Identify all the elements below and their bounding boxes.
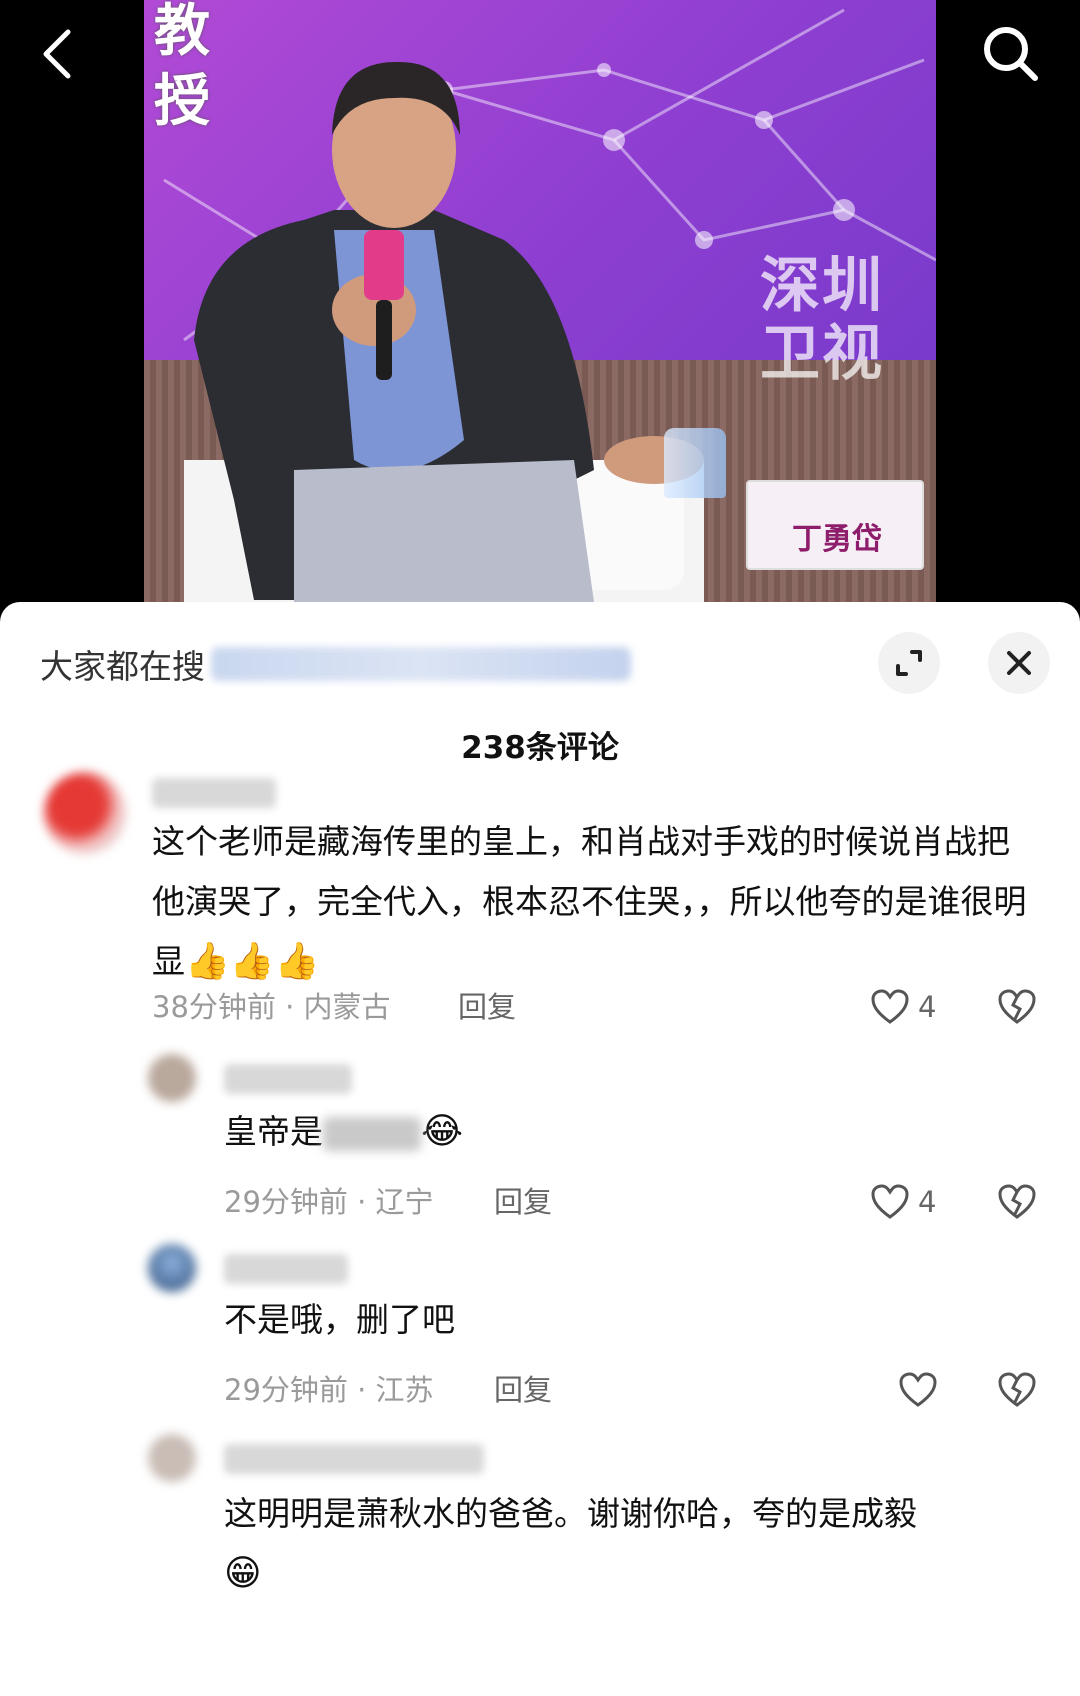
reply-item: 不是哦，删了吧 29分钟前 · 江苏 回复 xyxy=(0,1232,1080,1412)
like-button[interactable]: 4 xyxy=(870,987,936,1027)
avatar[interactable] xyxy=(148,1434,196,1482)
like-count: 4 xyxy=(918,1185,937,1219)
comment-text-body: 皇帝是 xyxy=(224,1112,323,1151)
reply-button[interactable]: 回复 xyxy=(494,1182,552,1222)
comment-count: 238条评论 xyxy=(461,730,619,766)
reply-button[interactable]: 回复 xyxy=(458,987,516,1027)
comment-meta: 29分钟前 · 辽宁 xyxy=(224,1185,434,1219)
dislike-button[interactable] xyxy=(996,1182,1038,1222)
video-caption: 教授 xyxy=(154,0,210,134)
comment-emojis: 👍👍👍 xyxy=(185,941,320,982)
search-icon xyxy=(984,27,1038,81)
username[interactable] xyxy=(224,1254,348,1284)
broken-heart-icon xyxy=(998,1184,1036,1219)
expand-button[interactable] xyxy=(878,632,940,694)
chevron-left-icon xyxy=(43,29,71,79)
like-count: 4 xyxy=(918,990,937,1024)
video-player[interactable]: 丁勇岱 教授 深圳卫视 xyxy=(0,0,1080,610)
back-button[interactable] xyxy=(30,22,90,86)
comment-emoji: 😂 xyxy=(421,1111,464,1152)
comment-text: 皇帝是 😂 xyxy=(224,1102,1024,1162)
channel-watermark: 深圳卫视 xyxy=(760,251,884,389)
username[interactable] xyxy=(152,778,276,808)
avatar[interactable] xyxy=(148,1054,196,1102)
broken-heart-icon xyxy=(998,989,1036,1024)
heart-icon xyxy=(871,989,909,1024)
video-frame: 丁勇岱 教授 深圳卫视 xyxy=(144,0,936,602)
redacted-text xyxy=(323,1116,421,1151)
close-button[interactable] xyxy=(988,632,1050,694)
heart-icon xyxy=(871,1184,909,1219)
avatar[interactable] xyxy=(148,1244,196,1292)
speaker-figure xyxy=(184,61,704,602)
close-icon xyxy=(1007,651,1031,675)
like-button[interactable]: 4 xyxy=(870,1182,936,1222)
placard-name: 丁勇岱 xyxy=(792,522,882,557)
broken-heart-icon xyxy=(998,1372,1036,1407)
name-placard: 丁勇岱 xyxy=(746,480,924,570)
comment-meta: 29分钟前 · 江苏 xyxy=(224,1373,434,1407)
expand-icon xyxy=(896,650,922,676)
dislike-button[interactable] xyxy=(996,987,1038,1027)
heart-icon xyxy=(899,1372,937,1407)
comment-emoji: 😁 xyxy=(224,1553,262,1594)
reply-item: 皇帝是 😂 29分钟前 · 辽宁 回复 4 xyxy=(0,1042,1080,1222)
comment-text-body: 这明明是萧秋水的爸爸。谢谢你哈，夸的是成毅 xyxy=(224,1494,917,1533)
comment-item: 这个老师是藏海传里的皇上，和肖战对手戏的时候说肖战把他演哭了，完全代入，根本忍不… xyxy=(0,762,1080,1052)
search-suggestion-label: 大家都在搜 xyxy=(40,647,205,686)
username[interactable] xyxy=(224,1064,352,1094)
reply-item: 这明明是萧秋水的爸爸。谢谢你哈，夸的是成毅 😁 xyxy=(0,1422,1080,1696)
search-suggestion-term[interactable] xyxy=(211,647,631,681)
username[interactable] xyxy=(224,1444,484,1474)
like-button[interactable] xyxy=(898,1370,946,1410)
search-suggestion-bar[interactable]: 大家都在搜 xyxy=(40,642,631,686)
comments-sheet: 大家都在搜 238条评论 这个老师是藏海传里的皇上，和肖战对手戏的时候说肖战把他… xyxy=(0,602,1080,1696)
water-bottle xyxy=(664,428,726,498)
comment-meta: 38分钟前 · 内蒙古 xyxy=(152,990,391,1024)
avatar[interactable] xyxy=(44,772,126,854)
reply-button[interactable]: 回复 xyxy=(494,1370,552,1410)
comment-text: 这个老师是藏海传里的皇上，和肖战对手戏的时候说肖战把他演哭了，完全代入，根本忍不… xyxy=(152,812,1042,992)
comment-text: 这明明是萧秋水的爸爸。谢谢你哈，夸的是成毅 😁 xyxy=(224,1484,1024,1604)
dislike-button[interactable] xyxy=(996,1370,1038,1410)
comment-text: 不是哦，删了吧 xyxy=(224,1300,455,1339)
search-button[interactable] xyxy=(975,18,1047,90)
